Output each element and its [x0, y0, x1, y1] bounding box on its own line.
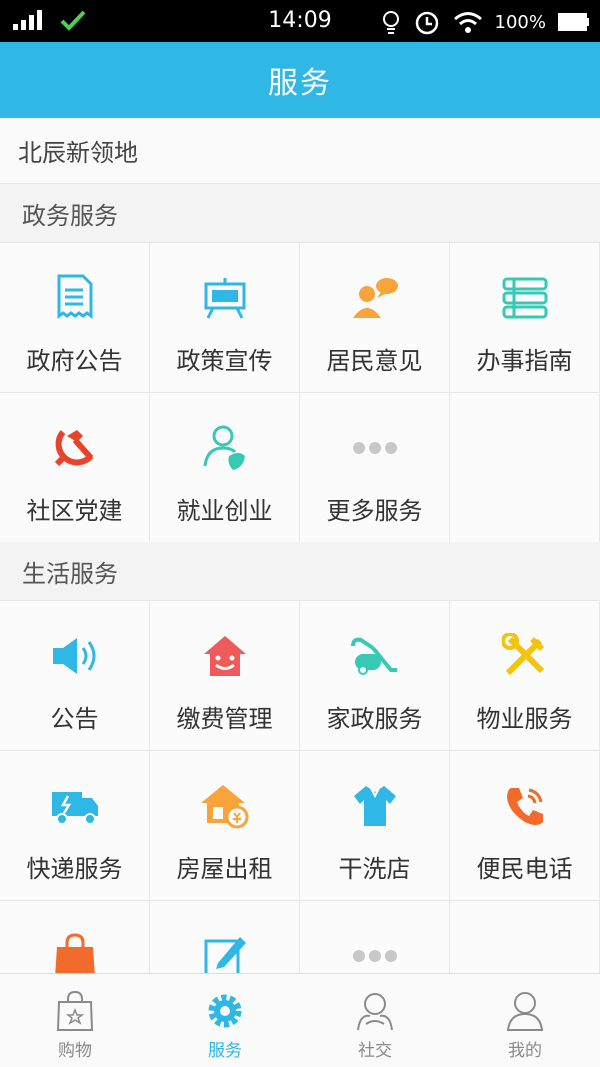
service-party-building[interactable]: 社区党建	[0, 393, 150, 543]
social-people-icon	[357, 993, 393, 1031]
service-payment[interactable]: 缴费管理	[150, 601, 300, 751]
service-government-notice[interactable]: 政府公告	[0, 243, 150, 393]
service-guide[interactable]: 办事指南	[450, 243, 600, 393]
alarm-icon	[415, 11, 438, 35]
service-label: 政策宣传	[176, 347, 273, 375]
tab-social[interactable]: 社交	[300, 974, 450, 1067]
tab-shopping[interactable]: 购物	[0, 974, 150, 1067]
service-label: 办事指南	[476, 347, 573, 375]
service-policy[interactable]: 政策宣传	[150, 243, 300, 393]
tools-icon	[500, 631, 550, 681]
user-profile-icon	[506, 992, 544, 1031]
tab-label: 购物	[58, 1041, 92, 1061]
nav-bar: 服务	[0, 42, 600, 118]
status-bar: 14:09 100%	[0, 0, 600, 42]
service-label: 便民电话	[476, 855, 573, 883]
hammer-sickle-icon	[50, 423, 100, 473]
service-label: 社区党建	[26, 497, 123, 525]
service-employment[interactable]: 就业创业	[150, 393, 300, 543]
service-label: 干洗店	[338, 855, 411, 883]
service-phone[interactable]: 便民电话	[450, 751, 600, 901]
page-title: 服务	[268, 66, 332, 101]
service-express[interactable]: 快递服务	[0, 751, 150, 901]
tab-service[interactable]: 服务	[150, 974, 300, 1067]
section-header-government: 政务服务	[0, 184, 600, 242]
gear-icon	[208, 994, 242, 1028]
tab-label: 我的	[508, 1041, 542, 1061]
section-header-life: 生活服务	[0, 542, 600, 600]
community-selector[interactable]: 北辰新领地	[0, 118, 600, 184]
government-services-grid: 政府公告 政策宣传 居民意见 办事指南 社区党建 就业创业 更多服务	[0, 242, 600, 543]
service-dry-cleaning[interactable]: 干洗店	[300, 751, 450, 901]
books-icon	[500, 273, 550, 323]
smiling-house-icon	[200, 631, 250, 681]
service-label: 缴费管理	[176, 705, 273, 733]
shirt-icon	[350, 781, 400, 831]
service-property[interactable]: 物业服务	[450, 601, 600, 751]
service-rental[interactable]: 房屋出租	[150, 751, 300, 901]
community-name: 北辰新领地	[18, 139, 138, 167]
service-label: 房屋出租	[176, 855, 273, 883]
section-title: 生活服务	[22, 559, 118, 588]
empty-cell	[450, 393, 600, 543]
feedback-person-icon	[350, 273, 400, 323]
service-more[interactable]: 更多服务	[300, 393, 450, 543]
service-label: 家政服务	[326, 705, 423, 733]
service-label: 更多服务	[326, 497, 423, 525]
service-label: 公告	[50, 705, 99, 733]
delivery-truck-icon	[50, 781, 100, 831]
bulb-icon	[382, 11, 399, 34]
section-title: 政务服务	[22, 201, 118, 230]
house-coin-icon	[200, 781, 250, 831]
tab-label: 服务	[208, 1041, 242, 1061]
phone-icon	[500, 781, 550, 831]
service-resident-feedback[interactable]: 居民意见	[300, 243, 450, 393]
shopping-bag-outline-icon	[56, 990, 94, 1031]
vacuum-cleaner-icon	[350, 631, 400, 681]
service-label: 政府公告	[26, 347, 123, 375]
wifi-icon	[453, 12, 482, 33]
tab-mine[interactable]: 我的	[450, 974, 600, 1067]
person-leaf-icon	[200, 423, 250, 473]
battery-percent: 100%	[494, 11, 546, 33]
document-icon	[50, 273, 100, 323]
service-label: 居民意见	[326, 347, 423, 375]
service-announcement[interactable]: 公告	[0, 601, 150, 751]
billboard-icon	[200, 273, 250, 323]
battery-icon	[558, 13, 589, 31]
service-housekeeping[interactable]: 家政服务	[300, 601, 450, 751]
speaker-icon	[50, 631, 100, 681]
tab-bar: 购物 服务 社交 我的	[0, 973, 600, 1067]
service-label: 快递服务	[26, 855, 123, 883]
service-label: 就业创业	[176, 497, 273, 525]
service-label: 物业服务	[476, 705, 573, 733]
tab-label: 社交	[358, 1041, 392, 1061]
more-dots-icon	[350, 423, 400, 473]
